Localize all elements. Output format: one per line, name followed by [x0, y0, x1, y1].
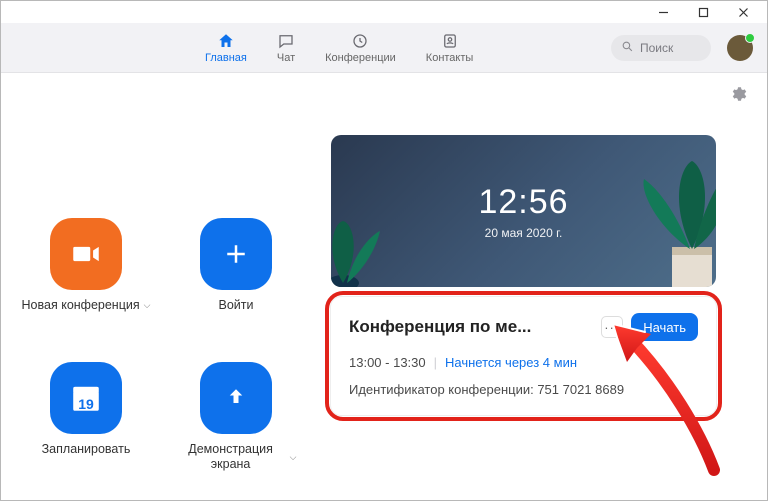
video-icon	[50, 218, 122, 290]
meeting-title: Конференция по ме...	[349, 317, 593, 337]
plant-decoration	[331, 193, 395, 287]
hero-time: 12:56	[478, 183, 568, 222]
upcoming-meeting-card: Конференция по ме... ··· Начать 13:00 - …	[331, 297, 716, 415]
tab-label: Конференции	[325, 52, 396, 64]
divider: |	[434, 355, 437, 370]
tab-chat[interactable]: Чат	[277, 31, 295, 64]
new-meeting-action[interactable]: Новая конференция ⌵	[11, 218, 161, 314]
share-icon	[200, 362, 272, 434]
app-header: Главная Чат Конференции Контакты Поиск	[1, 23, 767, 73]
settings-button[interactable]	[729, 85, 747, 108]
window-minimize-button[interactable]	[643, 2, 683, 22]
meeting-id-label: Идентификатор конференции:	[349, 382, 534, 397]
tab-label: Главная	[205, 52, 247, 64]
contacts-icon	[441, 31, 459, 51]
meeting-id-value: 751 7021 8689	[537, 382, 624, 397]
calendar-day: 19	[78, 396, 94, 412]
action-label: Войти	[219, 298, 254, 314]
meeting-more-button[interactable]: ···	[601, 316, 623, 338]
chevron-down-icon[interactable]: ⌵	[144, 300, 151, 311]
home-icon	[217, 31, 235, 51]
chat-icon	[277, 31, 295, 51]
share-screen-action[interactable]: Демонстрация экрана ⌵	[161, 362, 311, 473]
window-close-button[interactable]	[723, 2, 763, 22]
plant-decoration	[610, 149, 716, 287]
join-action[interactable]: Войти	[161, 218, 311, 314]
search-input[interactable]: Поиск	[611, 35, 711, 61]
window-maximize-button[interactable]	[683, 2, 723, 22]
tab-meetings[interactable]: Конференции	[325, 31, 396, 64]
plus-icon	[200, 218, 272, 290]
window-titlebar	[1, 1, 767, 23]
tab-contacts[interactable]: Контакты	[426, 31, 474, 64]
clock-icon	[351, 31, 369, 51]
chevron-down-icon[interactable]: ⌵	[290, 452, 297, 463]
home-actions: Новая конференция ⌵ Войти 19 Запланироват…	[11, 218, 311, 473]
action-label: Демонстрация экрана	[176, 442, 286, 473]
search-icon	[621, 40, 634, 56]
action-label: Новая конференция	[22, 298, 140, 314]
meeting-time-range: 13:00 - 13:30	[349, 355, 426, 370]
calendar-icon: 19	[50, 362, 122, 434]
action-label: Запланировать	[42, 442, 131, 458]
start-meeting-button[interactable]: Начать	[631, 313, 698, 341]
tab-label: Контакты	[426, 52, 474, 64]
tab-home[interactable]: Главная	[205, 31, 247, 64]
hero-date: 20 мая 2020 г.	[485, 226, 563, 240]
meeting-starts-in: Начнется через 4 мин	[445, 355, 577, 370]
clock-hero: 12:56 20 мая 2020 г.	[331, 135, 716, 287]
tab-label: Чат	[277, 52, 295, 64]
schedule-action[interactable]: 19 Запланировать	[11, 362, 161, 473]
search-placeholder: Поиск	[640, 41, 673, 55]
user-avatar[interactable]	[727, 35, 753, 61]
